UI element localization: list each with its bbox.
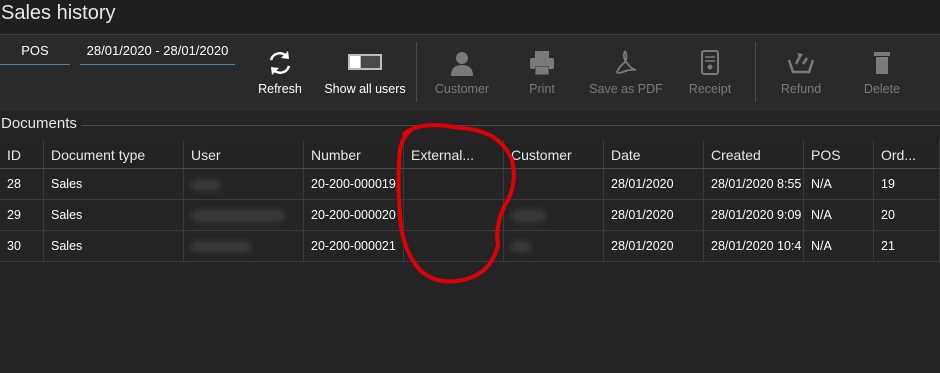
cell-id: 29 (0, 200, 44, 230)
cell-pos: N/A (804, 169, 874, 199)
toolbar-separator (755, 42, 756, 102)
cell-external (404, 169, 504, 199)
printer-icon (530, 51, 554, 75)
cell-order: 20 (874, 200, 940, 230)
cell-id: 30 (0, 231, 44, 261)
cell-created: 28/01/2020 8:55 (704, 169, 804, 199)
title-bar: Sales history (0, 0, 940, 34)
cell-customer (504, 231, 604, 261)
receipt-icon (701, 50, 719, 75)
cell-pos: N/A (804, 231, 874, 261)
refund-button[interactable]: Refund (771, 48, 831, 108)
refund-label: Refund (780, 82, 822, 96)
table-row[interactable]: 28 Sales 20-200-000019 28/01/2020 28/01/… (0, 169, 940, 200)
column-header-number[interactable]: Number (304, 140, 404, 168)
show-all-users-label: Show all users (324, 82, 406, 96)
date-range-filter[interactable]: 28/01/2020 - 28/01/2020 (80, 38, 235, 65)
window-title: Sales history (1, 2, 116, 24)
redacted-value (511, 240, 531, 253)
refund-icon (787, 53, 815, 74)
column-header-customer[interactable]: Customer (504, 140, 604, 168)
cell-id: 28 (0, 169, 44, 199)
cell-number: 20-200-000019 (304, 169, 404, 199)
redacted-value (191, 240, 251, 253)
show-all-users-toggle[interactable]: Show all users (320, 48, 410, 108)
section-divider (80, 125, 940, 126)
trash-icon (874, 52, 890, 74)
receipt-label: Receipt (688, 82, 732, 96)
refresh-label: Refresh (258, 82, 302, 96)
redacted-value (191, 178, 221, 191)
cell-pos: N/A (804, 200, 874, 230)
cell-document-type: Sales (44, 231, 184, 261)
column-header-external[interactable]: External... (404, 140, 504, 168)
cell-date: 28/01/2020 (604, 169, 704, 199)
cell-order: 19 (874, 169, 940, 199)
cell-external (404, 200, 504, 230)
save-as-pdf-button[interactable]: Save as PDF (585, 48, 667, 108)
cell-customer (504, 169, 604, 199)
column-header-order[interactable]: Ord... (874, 140, 940, 168)
cell-document-type: Sales (44, 200, 184, 230)
column-header-document-type[interactable]: Document type (44, 140, 184, 168)
redacted-value (191, 209, 286, 222)
cell-number: 20-200-000020 (304, 200, 404, 230)
cell-date: 28/01/2020 (604, 231, 704, 261)
save-as-pdf-label: Save as PDF (589, 82, 663, 96)
delete-button[interactable]: Delete (852, 48, 912, 108)
toolbar-separator (416, 42, 417, 102)
customer-label: Customer (434, 82, 490, 96)
documents-label: Documents (1, 115, 81, 132)
refresh-icon (269, 51, 291, 75)
table-row[interactable]: 30 Sales 20-200-000021 28/01/2020 28/01/… (0, 231, 940, 262)
cell-user (184, 200, 304, 230)
cell-user (184, 231, 304, 261)
refresh-button[interactable]: Refresh (250, 48, 310, 108)
print-label: Print (529, 82, 555, 96)
delete-label: Delete (863, 82, 901, 96)
column-header-user[interactable]: User (184, 140, 304, 168)
pos-filter[interactable]: POS (0, 38, 70, 65)
cell-document-type: Sales (44, 169, 184, 199)
cell-order: 21 (874, 231, 940, 261)
column-header-date[interactable]: Date (604, 140, 704, 168)
cell-customer (504, 200, 604, 230)
receipt-button[interactable]: Receipt (680, 48, 740, 108)
toggle-switch-icon (348, 54, 382, 70)
customer-button[interactable]: Customer (427, 48, 497, 108)
column-header-pos[interactable]: POS (804, 140, 874, 168)
column-header-id[interactable]: ID (0, 140, 44, 168)
cell-date: 28/01/2020 (604, 200, 704, 230)
pdf-icon (616, 50, 637, 74)
cell-number: 20-200-000021 (304, 231, 404, 261)
print-button[interactable]: Print (512, 48, 572, 108)
table-row[interactable]: 29 Sales 20-200-000020 28/01/2020 28/01/… (0, 200, 940, 231)
column-header-created[interactable]: Created (704, 140, 804, 168)
cell-external (404, 231, 504, 261)
person-icon (451, 52, 473, 76)
redacted-value (511, 209, 546, 222)
cell-created: 28/01/2020 10:4 (704, 231, 804, 261)
cell-user (184, 169, 304, 199)
cell-created: 28/01/2020 9:09 (704, 200, 804, 230)
